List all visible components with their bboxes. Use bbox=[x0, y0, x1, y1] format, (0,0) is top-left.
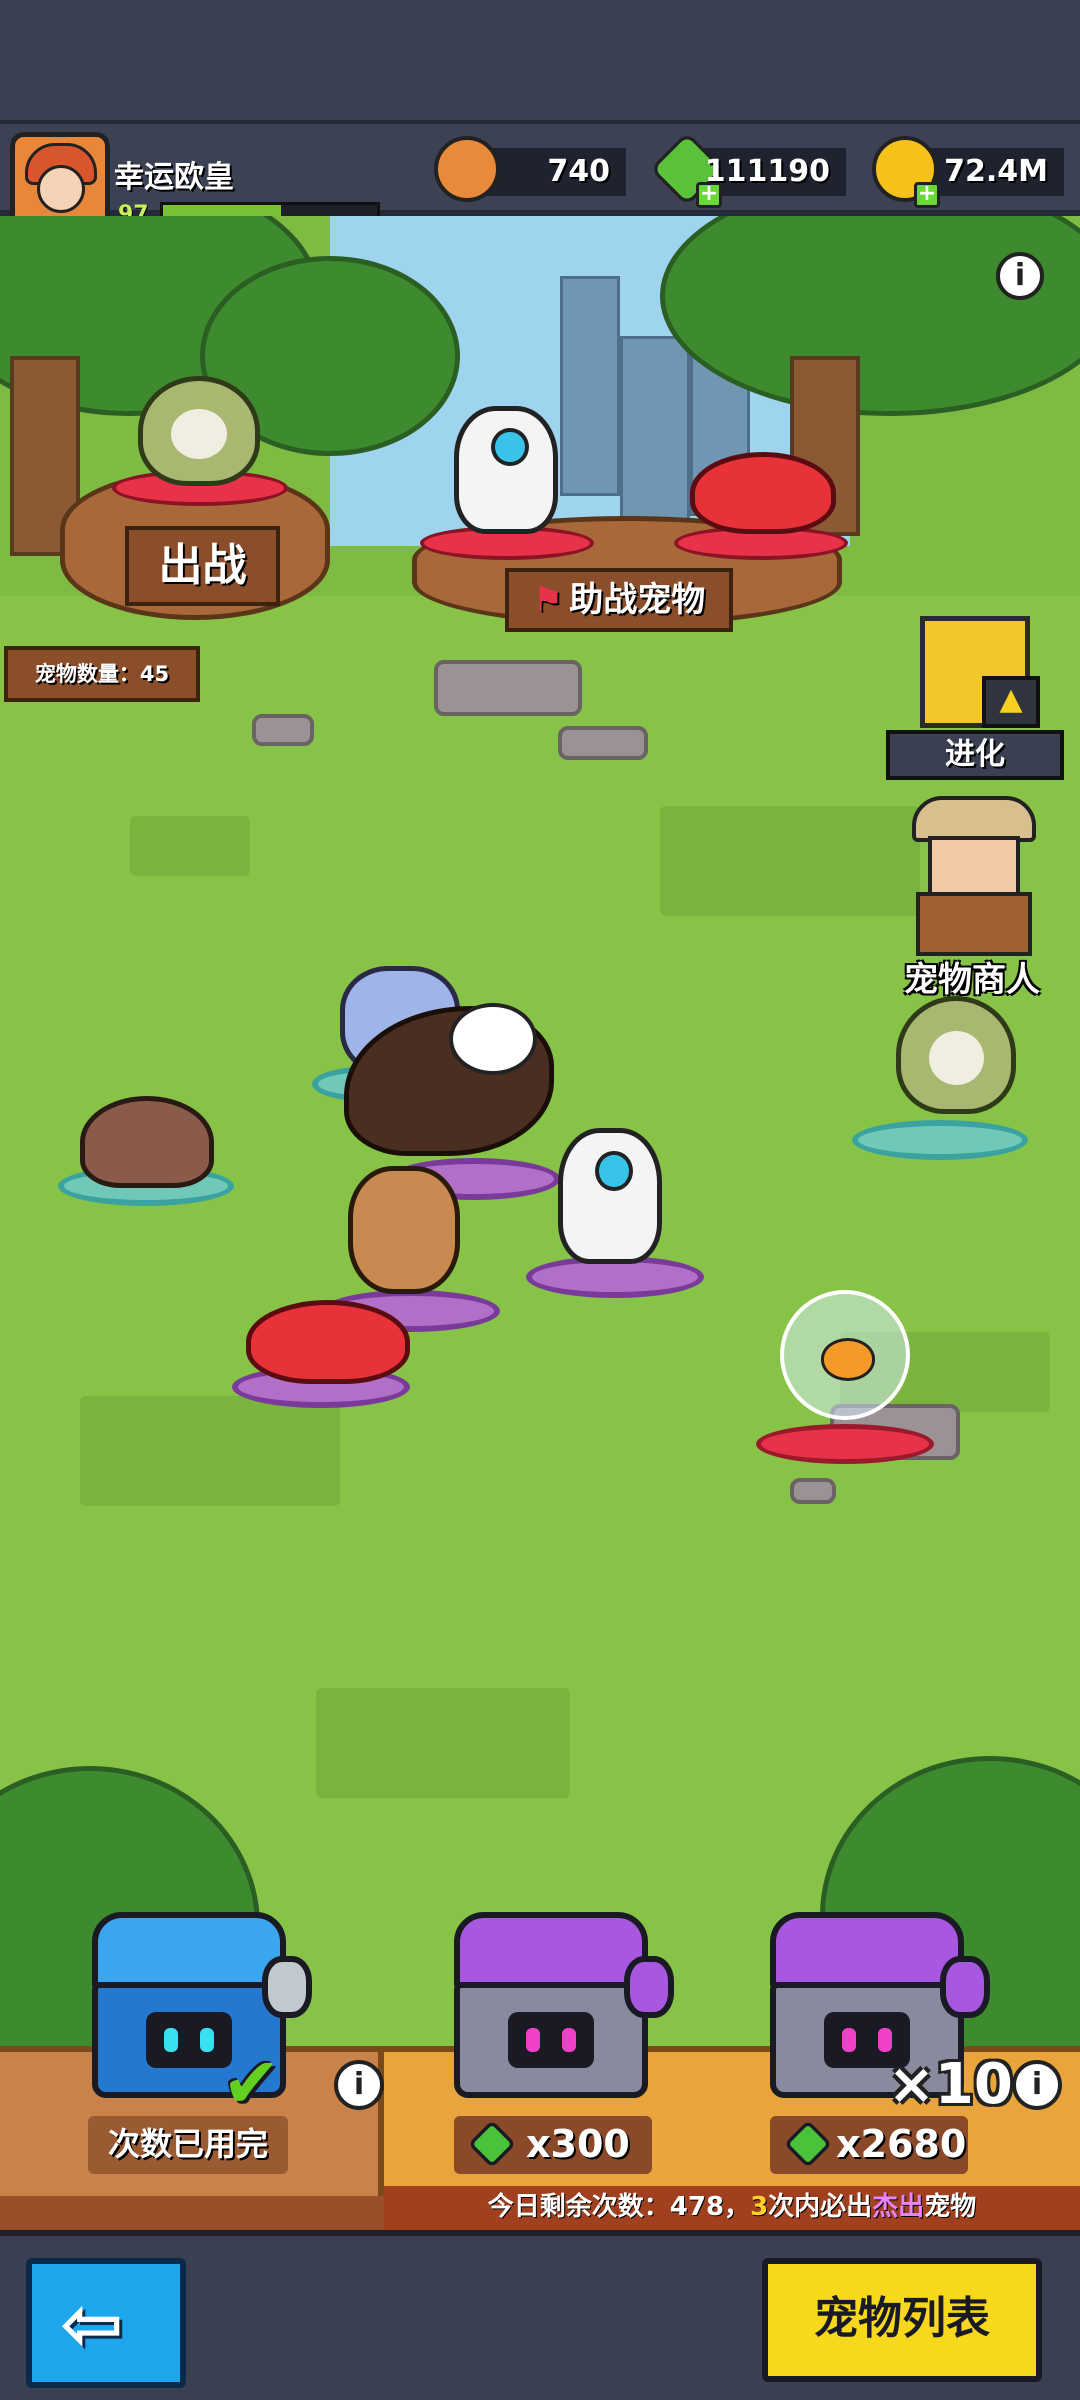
robot-pet[interactable] bbox=[558, 1128, 662, 1264]
checkmark-icon: ✔ bbox=[222, 2042, 281, 2124]
multi-draw-price-button[interactable]: x2680 bbox=[770, 2116, 968, 2174]
grass-patch bbox=[80, 1396, 340, 1506]
status-bar bbox=[0, 0, 1080, 120]
assist-pets-label: 助战宠物 bbox=[569, 580, 706, 620]
grass-patch bbox=[130, 816, 250, 876]
goldfish-pet[interactable] bbox=[780, 1290, 910, 1420]
stepping-stone bbox=[790, 1478, 836, 1504]
info-icon[interactable]: i bbox=[996, 252, 1044, 300]
premium-chest-single[interactable] bbox=[446, 1912, 674, 2098]
multi-chest-info-icon[interactable]: i bbox=[1012, 2060, 1062, 2110]
evolve-button[interactable]: 进化 bbox=[886, 730, 1064, 780]
basic-chest-status: 次数已用完 bbox=[88, 2116, 288, 2174]
back-arrow-icon: ⇦ bbox=[60, 2279, 124, 2368]
daily-draws-info: 今日剩余次数：478，3次内必出杰出宠物 bbox=[384, 2186, 1080, 2230]
top-bar: 幸运欧皇 97 740 + 111190 + 72.4M bbox=[0, 120, 1080, 232]
daily-count: 3 bbox=[750, 2192, 769, 2222]
city-building bbox=[620, 336, 690, 536]
daily-prefix: 今日剩余次数：478， bbox=[487, 2192, 751, 2222]
currency-bread[interactable]: 740 bbox=[434, 136, 626, 202]
multi-draw-price: x2680 bbox=[836, 2122, 967, 2166]
green-gem-icon bbox=[783, 2119, 833, 2169]
multi-draw-count: ×10 bbox=[888, 2052, 1013, 2117]
stepping-stone bbox=[434, 660, 582, 716]
frog-pet-deployed[interactable] bbox=[138, 376, 260, 486]
daily-mid: 次内必出 bbox=[768, 2192, 873, 2222]
assist-pets-button[interactable]: ⚑ 助战宠物 bbox=[505, 568, 733, 632]
daily-highlight: 杰出 bbox=[872, 2192, 925, 2222]
merchant-coat bbox=[916, 892, 1032, 956]
flag-icon: ⚑ bbox=[532, 580, 564, 620]
turtle-pet[interactable] bbox=[80, 1096, 214, 1188]
chest-lid bbox=[770, 1912, 964, 1992]
crab-pet-assist[interactable] bbox=[690, 452, 836, 534]
stepping-stone bbox=[252, 714, 314, 746]
deploy-button[interactable]: 出战 bbox=[125, 526, 280, 606]
chest-knob bbox=[624, 1956, 674, 2018]
evolve-machine[interactable]: ▲ 进化 bbox=[886, 596, 1064, 780]
pet-ring-teal bbox=[852, 1120, 1028, 1160]
basic-chest-info-icon[interactable]: i bbox=[334, 2060, 384, 2110]
chest-lid bbox=[454, 1912, 648, 1992]
chest-knob bbox=[262, 1956, 312, 2018]
gem-amount: 111190 bbox=[704, 154, 830, 189]
city-building bbox=[560, 276, 620, 496]
pet-merchant[interactable] bbox=[900, 796, 1050, 956]
player-name: 幸运欧皇 bbox=[114, 160, 234, 195]
gold-amount: 72.4M bbox=[944, 154, 1048, 189]
currency-gold[interactable]: + 72.4M bbox=[872, 136, 1064, 208]
daily-suffix: 宠物 bbox=[924, 2192, 977, 2222]
robot-pet-assist[interactable] bbox=[454, 406, 558, 534]
grass-patch bbox=[660, 806, 920, 916]
pet-merchant-label[interactable]: 宠物商人 bbox=[904, 952, 1040, 1001]
chest-knob bbox=[940, 1956, 990, 2018]
frog-pet[interactable] bbox=[896, 996, 1016, 1114]
chest-lid bbox=[92, 1912, 286, 1992]
chest-eyes bbox=[508, 2012, 594, 2068]
pet-count-sign: 宠物数量：45 bbox=[4, 646, 200, 702]
back-button[interactable]: ⇦ bbox=[26, 2258, 186, 2388]
add-gold-icon[interactable]: + bbox=[914, 182, 940, 208]
currency-gems[interactable]: + 111190 bbox=[649, 131, 846, 208]
green-gem-icon bbox=[467, 2119, 517, 2169]
single-draw-price-button[interactable]: x300 bbox=[454, 2116, 652, 2174]
bread-coin-icon bbox=[434, 136, 500, 202]
merchant-face bbox=[928, 836, 1020, 896]
grass-patch bbox=[316, 1688, 570, 1798]
bread-amount: 740 bbox=[547, 154, 610, 189]
pet-yard-scene: 出战 ⚑ 助战宠物 宠物数量：45 i ▲ 进化 宠物商人 bbox=[0, 216, 1080, 2046]
pet-list-button[interactable]: 宠物列表 bbox=[762, 2258, 1042, 2382]
dog-pet[interactable] bbox=[348, 1166, 460, 1294]
upgrade-arrow-icon: ▲ bbox=[982, 676, 1040, 728]
basic-chest-footer bbox=[0, 2196, 384, 2230]
avatar-face bbox=[37, 165, 85, 213]
crab-pet[interactable] bbox=[246, 1300, 410, 1384]
single-draw-price: x300 bbox=[526, 2122, 630, 2166]
chest-eyes bbox=[146, 2012, 232, 2068]
pet-ring-red bbox=[756, 1424, 934, 1464]
bottom-nav: ⇦ 宠物列表 bbox=[0, 2230, 1080, 2400]
stepping-stone bbox=[558, 726, 648, 760]
